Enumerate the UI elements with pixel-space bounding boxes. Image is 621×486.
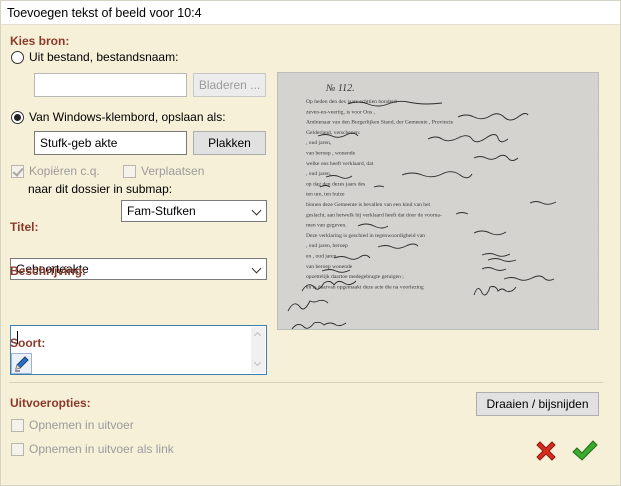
move-option[interactable]: Verplaatsen (123, 164, 204, 178)
doc-line: zeven-en-veertig, is voor Ons , (306, 109, 376, 115)
doc-line: , oud jaren, beroep (306, 243, 348, 249)
doc-line: opzettelijk daartoe medegebragte getuige… (306, 274, 404, 280)
file-name-input[interactable] (34, 73, 187, 97)
doc-line: ten ure, ten huize (306, 192, 345, 198)
rotate-crop-button[interactable]: Draaien / bijsnijden (476, 392, 599, 416)
clipboard-name-input[interactable]: Stufk-geb akte (34, 131, 187, 155)
cancel-button[interactable] (533, 438, 559, 464)
chevron-down-icon (251, 263, 262, 274)
move-label: Verplaatsen (141, 164, 205, 178)
pen-icon (15, 356, 29, 372)
clipboard-radio[interactable] (11, 110, 24, 124)
doc-line: Deze verklaring is geschied in tegenwoor… (306, 233, 425, 239)
doc-line: , oud jaren, (306, 140, 332, 146)
file-option-label: Uit bestand, bestandsnaam: (29, 50, 179, 64)
clipboard-option[interactable]: Van Windows-klembord, opslaan als: (11, 110, 226, 124)
document-preview: № 112. Op heden den des jaars achttien h… (277, 72, 599, 330)
close-icon (536, 441, 556, 461)
title-bar: Toevoegen tekst of beeld voor 10:4 (1, 1, 620, 25)
doc-line: van beroep , wonende (306, 151, 356, 157)
copy-label: Kopiëren c.q. (29, 164, 100, 178)
dialog-window: Toevoegen tekst of beeld voor 10:4 Kies … (0, 0, 621, 486)
description-scrollbar[interactable] (251, 327, 265, 373)
kind-label: Soort: (10, 336, 46, 350)
submap-label: naar dit dossier in submap: (28, 182, 173, 196)
scroll-down-icon[interactable] (253, 358, 262, 367)
title-label: Titel: (10, 220, 39, 234)
doc-line: Ambtenaar van den Burgerlijken Stand, de… (306, 120, 454, 126)
doc-line: en , oud jaren, (306, 254, 338, 260)
include-checkbox[interactable] (11, 418, 24, 432)
clipboard-option-label: Van Windows-klembord, opslaan als: (29, 110, 226, 124)
doc-line: geslacht, aan hetwelk hij verklaard heef… (306, 211, 442, 218)
checkmark-icon (572, 440, 598, 461)
copy-checkbox[interactable] (11, 164, 24, 178)
description-label: Beschrijving: (10, 264, 87, 278)
scroll-up-icon[interactable] (253, 331, 262, 340)
source-heading: Kies bron: (10, 34, 70, 48)
document-scan-image: № 112. Op heden den des jaars achttien h… (278, 73, 598, 329)
window-title: Toevoegen tekst of beeld voor 10:4 (7, 6, 202, 20)
include-link-label: Opnemen in uitvoer als link (29, 442, 174, 456)
doc-line: van beroep wonende (306, 264, 353, 270)
submap-value: Fam-Stufken (127, 204, 196, 218)
include-label: Opnemen in uitvoer (29, 418, 134, 432)
file-radio[interactable] (11, 50, 24, 64)
ok-button[interactable] (571, 438, 598, 464)
doc-line: Op heden den des jaars achttien honderd (306, 99, 397, 105)
copy-option[interactable]: Kopiëren c.q. (11, 164, 100, 178)
doc-line: men van gegeven. (306, 223, 347, 229)
output-heading: Uitvoeropties: (10, 396, 91, 410)
include-link-option[interactable]: Opnemen in uitvoer als link (11, 442, 174, 456)
move-checkbox[interactable] (123, 164, 136, 178)
description-textarea[interactable] (10, 325, 267, 375)
doc-line: op dag den dezes jaars des (306, 181, 365, 187)
section-divider (9, 382, 603, 383)
file-option[interactable]: Uit bestand, bestandsnaam: (11, 50, 178, 64)
doc-number: № 112. (325, 83, 355, 94)
browse-button[interactable]: Bladeren ... (193, 73, 266, 97)
doc-line: binnen deze Gemeente is bevallen van een… (306, 202, 431, 208)
submap-select[interactable]: Fam-Stufken (121, 200, 267, 222)
include-option[interactable]: Opnemen in uitvoer (11, 418, 134, 432)
chevron-down-icon (251, 205, 262, 216)
doc-line: welke ons heeft verklaard, dat (306, 160, 374, 167)
paste-button[interactable]: Plakken (193, 131, 266, 155)
doc-line: en is daarvan opgemaakt deze acte die na… (306, 284, 424, 290)
include-link-checkbox[interactable] (11, 442, 24, 456)
kind-button[interactable] (11, 353, 32, 374)
